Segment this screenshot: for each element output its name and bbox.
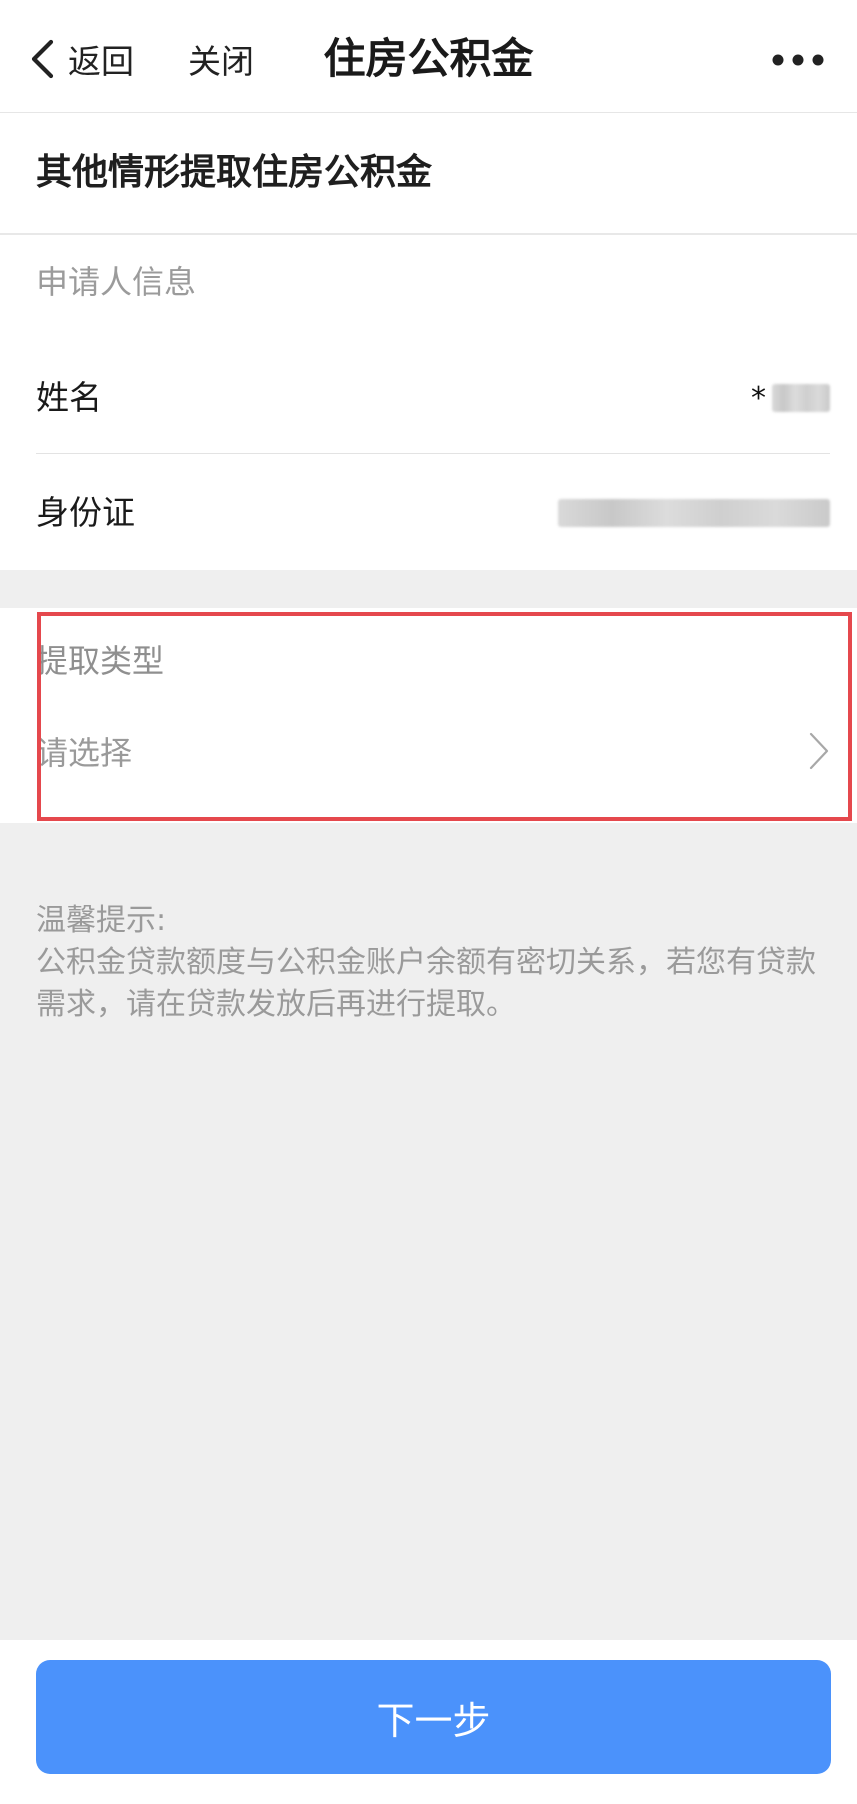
withdraw-type-placeholder: 请选择 [36, 734, 133, 772]
close-button[interactable]: 关闭 [188, 30, 254, 88]
tips-body: 公积金贷款额度与公积金账户余额有密切关系，若您有贷款需求，请在贷款发放后再进行提… [36, 945, 816, 1022]
page-header: 其他情形提取住房公积金 [0, 113, 857, 235]
more-button[interactable] [769, 40, 827, 80]
next-button[interactable]: 下一步 [36, 1660, 831, 1774]
id-row: 身份证 [36, 458, 830, 568]
chevron-left-icon [30, 39, 54, 79]
name-value-prefix: * [751, 380, 766, 416]
name-row: 姓名 * [36, 343, 830, 454]
more-dots-icon [772, 51, 824, 70]
back-button[interactable]: 返回 [30, 30, 134, 88]
withdraw-type-section: 提取类型 请选择 [0, 608, 857, 823]
withdraw-type-label: 提取类型 [36, 642, 165, 680]
name-redacted [772, 384, 830, 412]
id-redacted [558, 499, 830, 527]
id-value [558, 458, 830, 568]
chevron-right-icon [808, 731, 830, 775]
back-label: 返回 [68, 42, 134, 81]
page-header-title: 其他情形提取住房公积金 [36, 152, 433, 193]
name-value: * [751, 343, 830, 453]
withdraw-type-select[interactable]: 请选择 [36, 713, 830, 793]
tips-title: 温馨提示: [36, 903, 167, 938]
tips: 温馨提示: 公积金贷款额度与公积金账户余额有密切关系，若您有贷款需求，请在贷款发… [36, 900, 826, 1026]
applicant-section-title: 申请人信息 [36, 263, 197, 301]
id-label: 身份证 [36, 493, 135, 532]
nav-bar: 返回 关闭 住房公积金 [0, 0, 857, 113]
name-label: 姓名 [36, 378, 102, 417]
